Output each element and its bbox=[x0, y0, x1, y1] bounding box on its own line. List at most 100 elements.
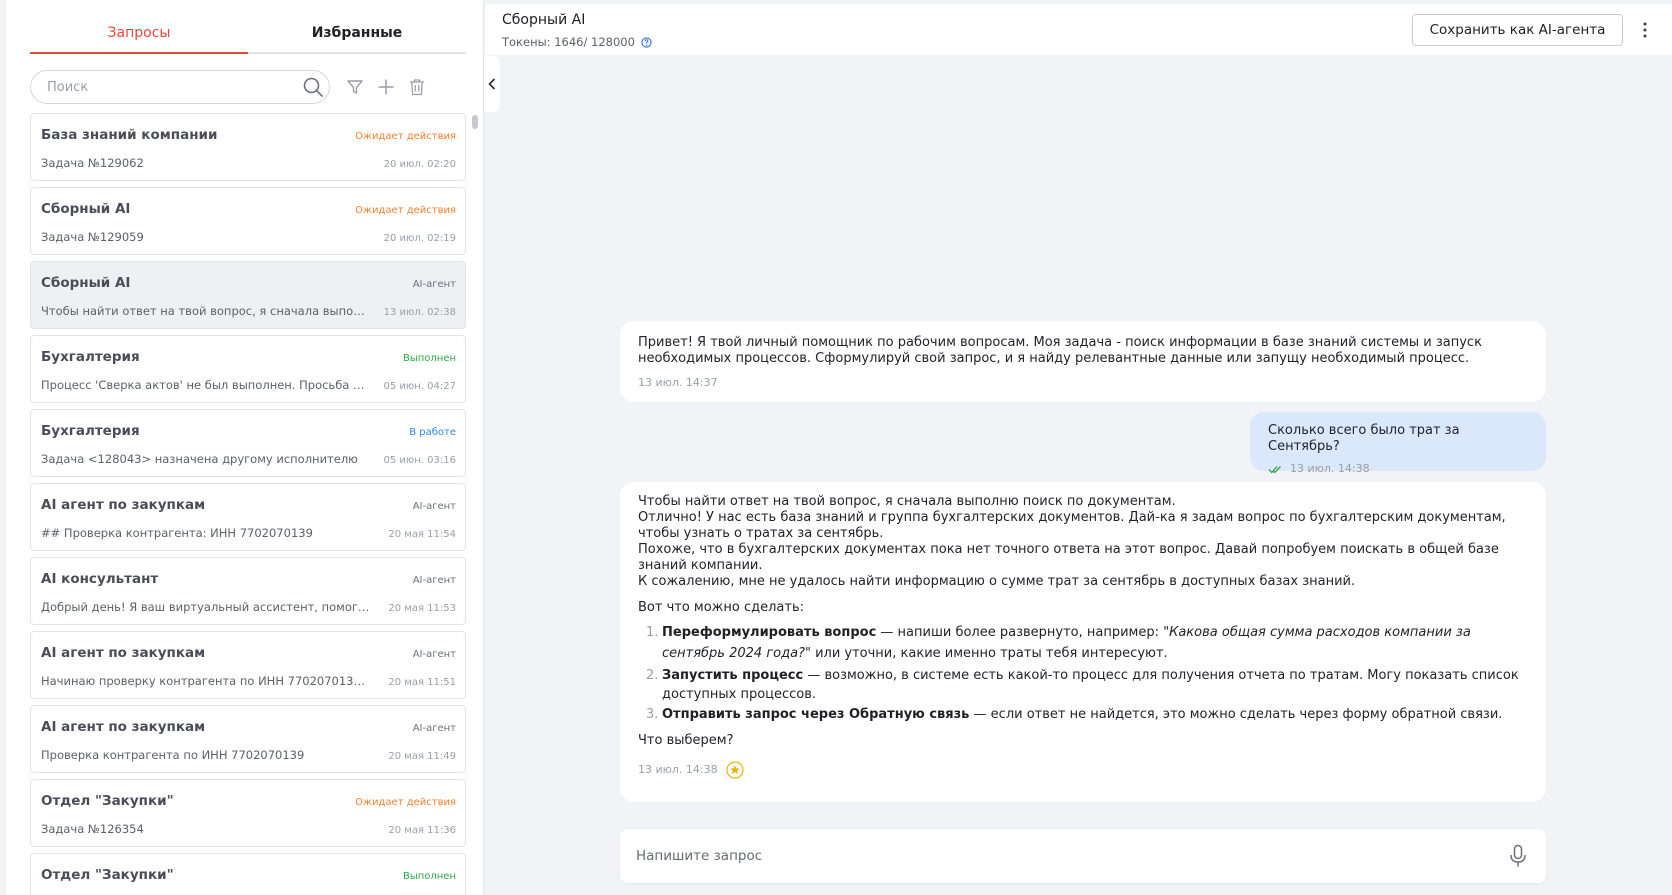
microphone-icon[interactable] bbox=[1508, 844, 1528, 868]
request-status-badge: Ожидает действия bbox=[355, 205, 456, 216]
request-preview: Задача №126354 bbox=[41, 822, 144, 836]
request-status-badge: AI-агент bbox=[412, 649, 456, 660]
request-status-badge: Ожидает действия bbox=[355, 797, 456, 808]
request-status-badge: AI-агент bbox=[412, 575, 456, 586]
request-title: Сборный AI bbox=[41, 275, 131, 291]
requests-tabs: Запросы Избранные bbox=[30, 16, 466, 54]
request-date: 20 мая 11:53 bbox=[388, 603, 456, 614]
user-message: Сколько всего было трат за Сентябрь? 13 … bbox=[1250, 412, 1546, 475]
request-item[interactable]: AI агент по закупкам AI-агент ## Проверк… bbox=[30, 483, 466, 551]
request-title: AI агент по закупкам bbox=[41, 645, 206, 661]
option-number: 2. bbox=[646, 668, 659, 683]
request-date: 05 июн. 04:27 bbox=[383, 381, 456, 392]
request-date: 20 июл. 02:19 bbox=[383, 233, 456, 244]
message-text: Привет! Я твой личный помощник по рабочи… bbox=[638, 335, 1482, 366]
message-time: 13 июл. 14:37 bbox=[638, 376, 718, 389]
request-status-badge: AI-агент bbox=[412, 501, 456, 512]
request-title: AI агент по закупкам bbox=[41, 719, 206, 735]
option-text: — напиши более развернуто, например: bbox=[876, 625, 1164, 640]
request-date: 20 мая 11:36 bbox=[388, 825, 456, 836]
answer-paragraph: Похоже, что в бухгалтерских документах п… bbox=[638, 542, 1499, 573]
option-title: Запустить процесс bbox=[662, 668, 804, 683]
assistant-greeting-message: Привет! Я твой личный помощник по рабочи… bbox=[620, 321, 1546, 402]
token-counter-text: Токены: 1646/ 128000 bbox=[502, 35, 635, 49]
request-date: 20 июл. 02:20 bbox=[383, 159, 456, 170]
request-preview: Процесс 'Сверка актов' не был выполнен. … bbox=[41, 378, 371, 392]
request-date: 20 мая 11:49 bbox=[388, 751, 456, 762]
answer-option: 3. Отправить запрос через Обратную связь … bbox=[638, 704, 1528, 725]
message-input[interactable] bbox=[636, 841, 1456, 871]
search-icon[interactable] bbox=[302, 76, 324, 98]
request-item[interactable]: AI агент по закупкам AI-агент Начинаю пр… bbox=[30, 631, 466, 699]
answer-question: Что выберем? bbox=[638, 733, 734, 748]
plus-icon[interactable] bbox=[377, 78, 395, 96]
message-timestamp: 13 июл. 14:38 bbox=[1268, 461, 1530, 477]
request-preview: Добрый день! Я ваш виртуальный ассистент… bbox=[41, 600, 371, 614]
option-number: 1. bbox=[646, 625, 659, 640]
request-title: База знаний компании bbox=[41, 127, 218, 143]
message-timestamp: 13 июл. 14:37 bbox=[638, 375, 1528, 391]
request-title: Сборный AI bbox=[41, 201, 131, 217]
tab-favorites[interactable]: Избранные bbox=[248, 16, 466, 52]
request-item[interactable]: Сборный AI Ожидает действия Задача №1290… bbox=[30, 187, 466, 255]
answer-lead: Вот что можно сделать: bbox=[638, 600, 804, 615]
collapse-panel-button[interactable] bbox=[484, 56, 500, 112]
option-title: Отправить запрос через Обратную связь bbox=[662, 707, 970, 722]
request-item[interactable]: AI агент по закупкам AI-агент Проверка к… bbox=[30, 705, 466, 773]
answer-option: 2. Запустить процесс — возможно, в систем… bbox=[638, 666, 1528, 704]
request-item[interactable]: Бухгалтерия Выполнен Процесс 'Сверка акт… bbox=[30, 335, 466, 403]
request-date: 20 мая 11:54 bbox=[388, 529, 456, 540]
request-title: AI консультант bbox=[41, 571, 159, 587]
request-title: Отдел "Закупки" bbox=[41, 793, 174, 809]
search-input[interactable] bbox=[30, 70, 330, 104]
request-title: Отдел "Закупки" bbox=[41, 867, 174, 883]
assistant-answer-message: Чтобы найти ответ на твой вопрос, я снач… bbox=[620, 482, 1546, 802]
answer-options-list: 1. Переформулировать вопрос — напиши боле… bbox=[638, 622, 1528, 725]
request-item[interactable]: Сборный AI AI-агент Чтобы найти ответ на… bbox=[30, 261, 466, 329]
request-preview: Задача <128043> назначена другому исполн… bbox=[41, 452, 358, 466]
chat-header: Сборный AI Токены: 1646/ 128000 Сохранит… bbox=[485, 4, 1672, 55]
request-item[interactable]: Отдел "Закупки" Ожидает действия Задача … bbox=[30, 779, 466, 847]
chat-title: Сборный AI bbox=[502, 12, 586, 28]
list-scrollbar[interactable] bbox=[472, 115, 478, 129]
request-status-badge: Ожидает действия bbox=[355, 131, 456, 142]
request-date: 05 июн. 03:16 bbox=[383, 455, 456, 466]
request-preview: Задача №129062 bbox=[41, 156, 144, 170]
tab-requests[interactable]: Запросы bbox=[30, 16, 248, 54]
request-date: 13 июл. 02:38 bbox=[383, 307, 456, 318]
request-item[interactable]: Отдел "Закупки" Выполнен bbox=[30, 853, 466, 895]
request-preview: ## Проверка контрагента: ИНН 7702070139 bbox=[41, 526, 313, 540]
option-text-tail: или уточни, какие именно траты тебя инте… bbox=[810, 646, 1168, 661]
filter-icon[interactable] bbox=[346, 78, 364, 96]
answer-option: 1. Переформулировать вопрос — напиши боле… bbox=[638, 622, 1528, 664]
request-status-badge: Выполнен bbox=[402, 353, 456, 364]
request-preview: Начинаю проверку контрагента по ИНН 7702… bbox=[41, 674, 371, 688]
request-preview: Задача №129059 bbox=[41, 230, 144, 244]
more-menu-button[interactable] bbox=[1635, 18, 1655, 42]
option-text: — если ответ не найдется, это можно сдел… bbox=[969, 707, 1503, 722]
request-status-badge: AI-агент bbox=[412, 723, 456, 734]
token-counter: Токены: 1646/ 128000 bbox=[502, 35, 652, 49]
request-item[interactable]: База знаний компании Ожидает действия За… bbox=[30, 113, 466, 181]
message-composer bbox=[620, 829, 1546, 883]
request-item[interactable]: AI консультант AI-агент Добрый день! Я в… bbox=[30, 557, 466, 625]
option-title: Переформулировать вопрос bbox=[662, 625, 877, 640]
save-as-agent-button[interactable]: Сохранить как AI-агента bbox=[1412, 14, 1623, 46]
request-item[interactable]: Бухгалтерия В работе Задача <128043> наз… bbox=[30, 409, 466, 477]
request-status-badge: В работе bbox=[409, 427, 456, 438]
message-time: 13 июл. 14:38 bbox=[638, 763, 718, 776]
help-icon[interactable] bbox=[641, 36, 652, 48]
request-title: Бухгалтерия bbox=[41, 349, 140, 365]
trash-icon[interactable] bbox=[408, 78, 426, 96]
requests-list: База знаний компании Ожидает действия За… bbox=[30, 113, 466, 895]
requests-panel: Запросы Избранные База знаний компании О… bbox=[6, 0, 484, 895]
answer-paragraph: Отлично! У нас есть база знаний и группа… bbox=[638, 510, 1506, 541]
answer-paragraph: Чтобы найти ответ на твой вопрос, я снач… bbox=[638, 494, 1176, 509]
request-date: 20 мая 11:51 bbox=[388, 677, 456, 688]
favorite-star-icon[interactable] bbox=[726, 761, 744, 779]
request-title: AI агент по закупкам bbox=[41, 497, 206, 513]
request-title: Бухгалтерия bbox=[41, 423, 140, 439]
message-text: Сколько всего было трат за Сентябрь? bbox=[1268, 423, 1460, 454]
answer-paragraph: К сожалению, мне не удалось найти информ… bbox=[638, 574, 1356, 589]
request-preview: Чтобы найти ответ на твой вопрос, я снач… bbox=[41, 304, 371, 318]
